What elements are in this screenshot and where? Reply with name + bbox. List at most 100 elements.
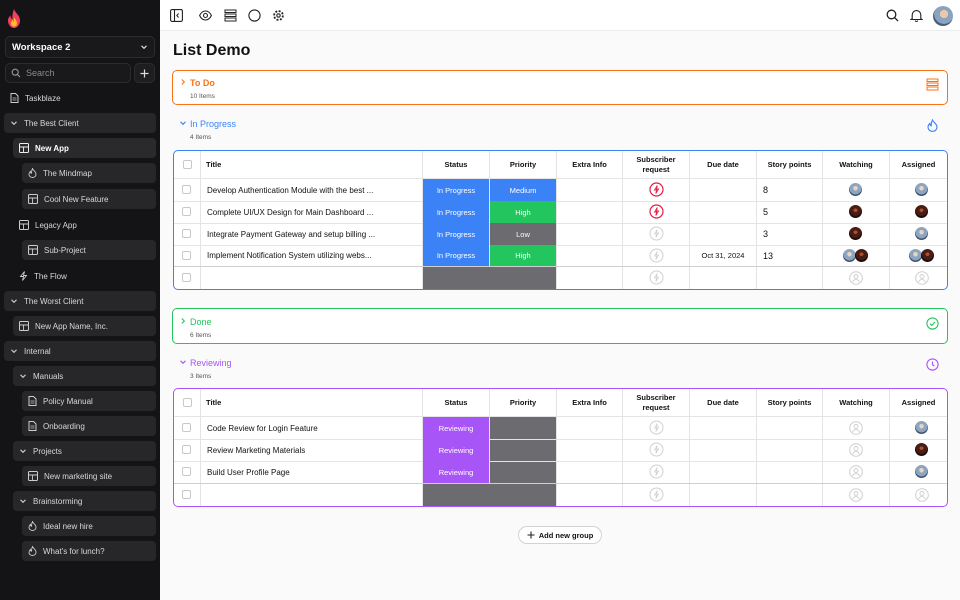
column-header-watching[interactable]: Watching xyxy=(823,389,889,416)
status-badge[interactable]: In Progress xyxy=(423,201,489,223)
story-points[interactable]: 8 xyxy=(763,179,813,201)
row-checkbox[interactable] xyxy=(182,422,192,433)
checkbox[interactable] xyxy=(182,490,191,499)
select-all-checkbox[interactable] xyxy=(174,151,200,178)
column-header-assigned[interactable]: Assigned xyxy=(890,389,947,416)
task-title[interactable]: Complete UI/UX Design for Main Dashboard… xyxy=(207,201,419,223)
status-badge[interactable]: In Progress xyxy=(423,223,489,245)
assignee-avatar[interactable] xyxy=(921,249,934,262)
group-name[interactable]: Reviewing xyxy=(190,358,232,368)
new-row-checkbox[interactable] xyxy=(182,272,192,283)
column-header-story-points[interactable]: Story points xyxy=(757,151,822,178)
checkbox[interactable] xyxy=(182,273,191,282)
column-header-due-date[interactable]: Due date xyxy=(690,151,756,178)
sidebar-item-cool-new-feature[interactable]: Cool New Feature xyxy=(22,189,156,209)
user-placeholder-icon[interactable] xyxy=(849,421,863,435)
assignee-avatar[interactable] xyxy=(915,205,928,218)
sidebar-item-internal[interactable]: Internal xyxy=(4,341,156,361)
sidebar-item-sub-project[interactable]: Sub-Project xyxy=(22,240,156,260)
sidebar-item-the-mindmap[interactable]: The Mindmap xyxy=(22,163,156,183)
assignee-avatar[interactable] xyxy=(915,465,928,478)
sidebar-item-the-worst-client[interactable]: The Worst Client xyxy=(4,291,156,311)
select-all-checkbox[interactable] xyxy=(174,389,200,416)
group-name[interactable]: To Do xyxy=(190,78,215,88)
row-checkbox[interactable] xyxy=(182,228,192,239)
status-badge[interactable]: Reviewing xyxy=(423,417,489,439)
assignee-avatar[interactable] xyxy=(915,227,928,240)
watcher-avatar[interactable] xyxy=(849,205,862,218)
checkbox[interactable] xyxy=(182,229,191,238)
row-checkbox[interactable] xyxy=(182,206,192,217)
user-avatar[interactable] xyxy=(933,6,953,26)
chevron-down-icon[interactable] xyxy=(179,119,187,127)
add-page-button[interactable] xyxy=(134,63,155,83)
column-header-title[interactable]: Title xyxy=(206,151,406,178)
row-checkbox[interactable] xyxy=(182,444,192,455)
task-title[interactable]: Review Marketing Materials xyxy=(207,439,419,461)
row-checkbox[interactable] xyxy=(182,466,192,477)
workspace-selector[interactable]: Workspace 2 xyxy=(5,36,155,58)
user-placeholder-icon[interactable] xyxy=(849,271,863,285)
bell-icon[interactable] xyxy=(910,9,923,22)
watcher-avatar[interactable] xyxy=(849,183,862,196)
checkbox[interactable] xyxy=(182,398,192,407)
group-name[interactable]: In Progress xyxy=(190,119,236,129)
column-header-title[interactable]: Title xyxy=(206,389,406,416)
column-header-assigned[interactable]: Assigned xyxy=(890,151,947,178)
subscriber-request-empty-icon[interactable] xyxy=(649,248,664,263)
column-header-due-date[interactable]: Due date xyxy=(690,389,756,416)
priority-empty-cells[interactable] xyxy=(490,417,556,483)
sidebar-item-legacy-app[interactable]: Legacy App xyxy=(13,215,156,235)
subscriber-request-empty-icon[interactable] xyxy=(649,420,664,435)
status-badge[interactable]: In Progress xyxy=(423,179,489,201)
task-title[interactable]: Implement Notification System utilizing … xyxy=(207,245,419,266)
checkbox[interactable] xyxy=(182,467,191,476)
user-placeholder-icon[interactable] xyxy=(915,488,929,502)
subscriber-request-empty-icon[interactable] xyxy=(649,442,664,457)
chevron-down-icon[interactable] xyxy=(179,358,187,366)
chevron-right-icon[interactable] xyxy=(179,317,187,325)
user-placeholder-icon[interactable] xyxy=(849,465,863,479)
column-header-subscriber-request[interactable]: Subscriber request xyxy=(623,151,689,178)
checkbox[interactable] xyxy=(182,423,191,432)
checkbox[interactable] xyxy=(182,185,191,194)
subscriber-request-icon[interactable] xyxy=(649,204,664,219)
sidebar-item-onboarding[interactable]: Onboarding xyxy=(22,416,156,436)
chevron-right-icon[interactable] xyxy=(179,78,187,86)
group-name[interactable]: Done xyxy=(190,317,212,327)
column-header-priority[interactable]: Priority xyxy=(490,151,556,178)
subscriber-request-empty-icon[interactable] xyxy=(649,464,664,479)
sidebar-item-whats-for-lunch[interactable]: What's for lunch? xyxy=(22,541,156,561)
status-badge[interactable]: Reviewing xyxy=(423,461,489,483)
sidebar-item-manuals[interactable]: Manuals xyxy=(13,366,156,386)
new-row-status-priority[interactable] xyxy=(423,484,556,506)
add-new-group-button[interactable]: Add new group xyxy=(518,526,602,544)
priority-badge[interactable]: Medium xyxy=(490,179,556,201)
settings-icon[interactable] xyxy=(272,9,285,22)
task-title[interactable]: Develop Authentication Module with the b… xyxy=(207,179,419,201)
task-title[interactable]: Integrate Payment Gateway and setup bill… xyxy=(207,223,419,245)
user-placeholder-icon[interactable] xyxy=(849,488,863,502)
row-checkbox[interactable] xyxy=(182,250,192,261)
watcher-avatar[interactable] xyxy=(849,227,862,240)
watcher-avatar[interactable] xyxy=(855,249,868,262)
eye-icon[interactable] xyxy=(199,9,212,22)
sidebar-item-new-app[interactable]: New App xyxy=(13,138,156,158)
subscriber-request-empty-icon[interactable] xyxy=(649,270,664,285)
column-header-watching[interactable]: Watching xyxy=(823,151,889,178)
sidebar-item-projects[interactable]: Projects xyxy=(13,441,156,461)
checkbox[interactable] xyxy=(182,445,191,454)
assignee-avatar[interactable] xyxy=(915,183,928,196)
new-row-checkbox[interactable] xyxy=(182,489,192,500)
sidebar-item-new-app-name-inc[interactable]: New App Name, Inc. xyxy=(13,316,156,336)
row-checkbox[interactable] xyxy=(182,184,192,195)
assignee-avatar[interactable] xyxy=(915,421,928,434)
sidebar-item-brainstorming[interactable]: Brainstorming xyxy=(13,491,156,511)
sidebar-item-policy-manual[interactable]: Policy Manual xyxy=(22,391,156,411)
user-placeholder-icon[interactable] xyxy=(915,271,929,285)
column-header-extra-info[interactable]: Extra Info xyxy=(557,389,622,416)
column-header-subscriber-request[interactable]: Subscriber request xyxy=(623,389,689,416)
sidebar-item-the-best-client[interactable]: The Best Client xyxy=(4,113,156,133)
search-icon[interactable] xyxy=(886,9,899,22)
sidebar-item-the-flow[interactable]: The Flow xyxy=(13,266,156,286)
